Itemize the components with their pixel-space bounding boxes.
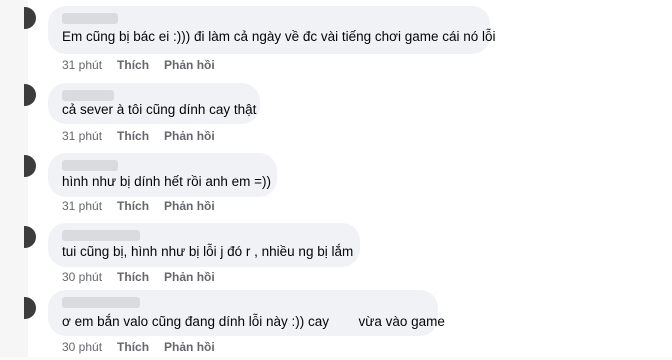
- comment-actions: 31 phút Thích Phản hồi: [62, 58, 230, 72]
- author-name-redacted[interactable]: [62, 297, 140, 308]
- reply-button[interactable]: Phản hồi: [164, 199, 215, 213]
- comment-item: hình như bị dính hết rồi anh em =)): [48, 153, 277, 202]
- comment-text: hình như bị dính hết rồi anh em =)): [62, 174, 272, 189]
- comment-actions: 30 phút Thích Phản hồi: [62, 340, 230, 354]
- like-button[interactable]: Thích: [117, 58, 149, 72]
- like-button[interactable]: Thích: [117, 129, 149, 143]
- comment-item: tui cũng bị, hình như bị lỗi j đó r , nh…: [48, 223, 360, 272]
- comment-time[interactable]: 31 phút: [62, 58, 102, 72]
- comment-text: ơ em bắn valo cũng đang dính lỗi này :))…: [62, 314, 445, 329]
- avatar[interactable]: [24, 155, 36, 177]
- comment-time[interactable]: 31 phút: [62, 199, 102, 213]
- avatar[interactable]: [24, 226, 36, 248]
- comment-item: ơ em bắn valo cũng đang dính lỗi này :))…: [48, 290, 445, 341]
- comment-actions: 31 phút Thích Phản hồi: [62, 129, 230, 143]
- author-name-redacted[interactable]: [62, 230, 140, 241]
- avatar[interactable]: [24, 297, 36, 319]
- comment-bubble: tui cũng bị, hình như bị lỗi j đó r , nh…: [48, 223, 360, 267]
- comment-text-part: vừa vào game: [358, 314, 445, 329]
- comment-bubble: ơ em bắn valo cũng đang dính lỗi này :))…: [48, 290, 445, 336]
- comment-time[interactable]: 31 phút: [62, 129, 102, 143]
- comment-item: Em cũng bị bác ei :))) đi làm cả ngày về…: [48, 6, 496, 59]
- author-name-redacted[interactable]: [62, 90, 114, 101]
- comment-bubble: cả sever à tôi cũng dính cay thật: [48, 83, 260, 124]
- redacted-mention: [332, 315, 355, 329]
- comment-text: cả sever à tôi cũng dính cay thật: [62, 102, 257, 117]
- avatar[interactable]: [24, 7, 36, 29]
- author-name-redacted[interactable]: [62, 160, 118, 171]
- comment-text-part: ơ em bắn valo cũng đang dính lỗi này :))…: [62, 314, 330, 329]
- comment-time[interactable]: 30 phút: [62, 340, 102, 354]
- comment-actions: 30 phút Thích Phản hồi: [62, 270, 230, 284]
- like-button[interactable]: Thích: [117, 199, 149, 213]
- comment-time[interactable]: 30 phút: [62, 270, 102, 284]
- comment-text: Em cũng bị bác ei :))) đi làm cả ngày về…: [62, 29, 496, 44]
- comment-bubble: Em cũng bị bác ei :))) đi làm cả ngày về…: [48, 6, 496, 54]
- reply-button[interactable]: Phản hồi: [164, 129, 215, 143]
- avatar[interactable]: [24, 84, 36, 106]
- comment-text: tui cũng bị, hình như bị lỗi j đó r , nh…: [62, 244, 354, 259]
- author-name-redacted[interactable]: [62, 13, 118, 24]
- comment-item: cả sever à tôi cũng dính cay thật: [48, 83, 260, 129]
- reply-button[interactable]: Phản hồi: [164, 58, 215, 72]
- comment-bubble: hình như bị dính hết rồi anh em =)): [48, 153, 277, 197]
- reply-button[interactable]: Phản hồi: [164, 340, 215, 354]
- reply-button[interactable]: Phản hồi: [164, 270, 215, 284]
- comment-actions: 31 phút Thích Phản hồi: [62, 199, 230, 213]
- comment-thread: Em cũng bị bác ei :))) đi làm cả ngày về…: [0, 0, 672, 360]
- like-button[interactable]: Thích: [117, 270, 149, 284]
- like-button[interactable]: Thích: [117, 340, 149, 354]
